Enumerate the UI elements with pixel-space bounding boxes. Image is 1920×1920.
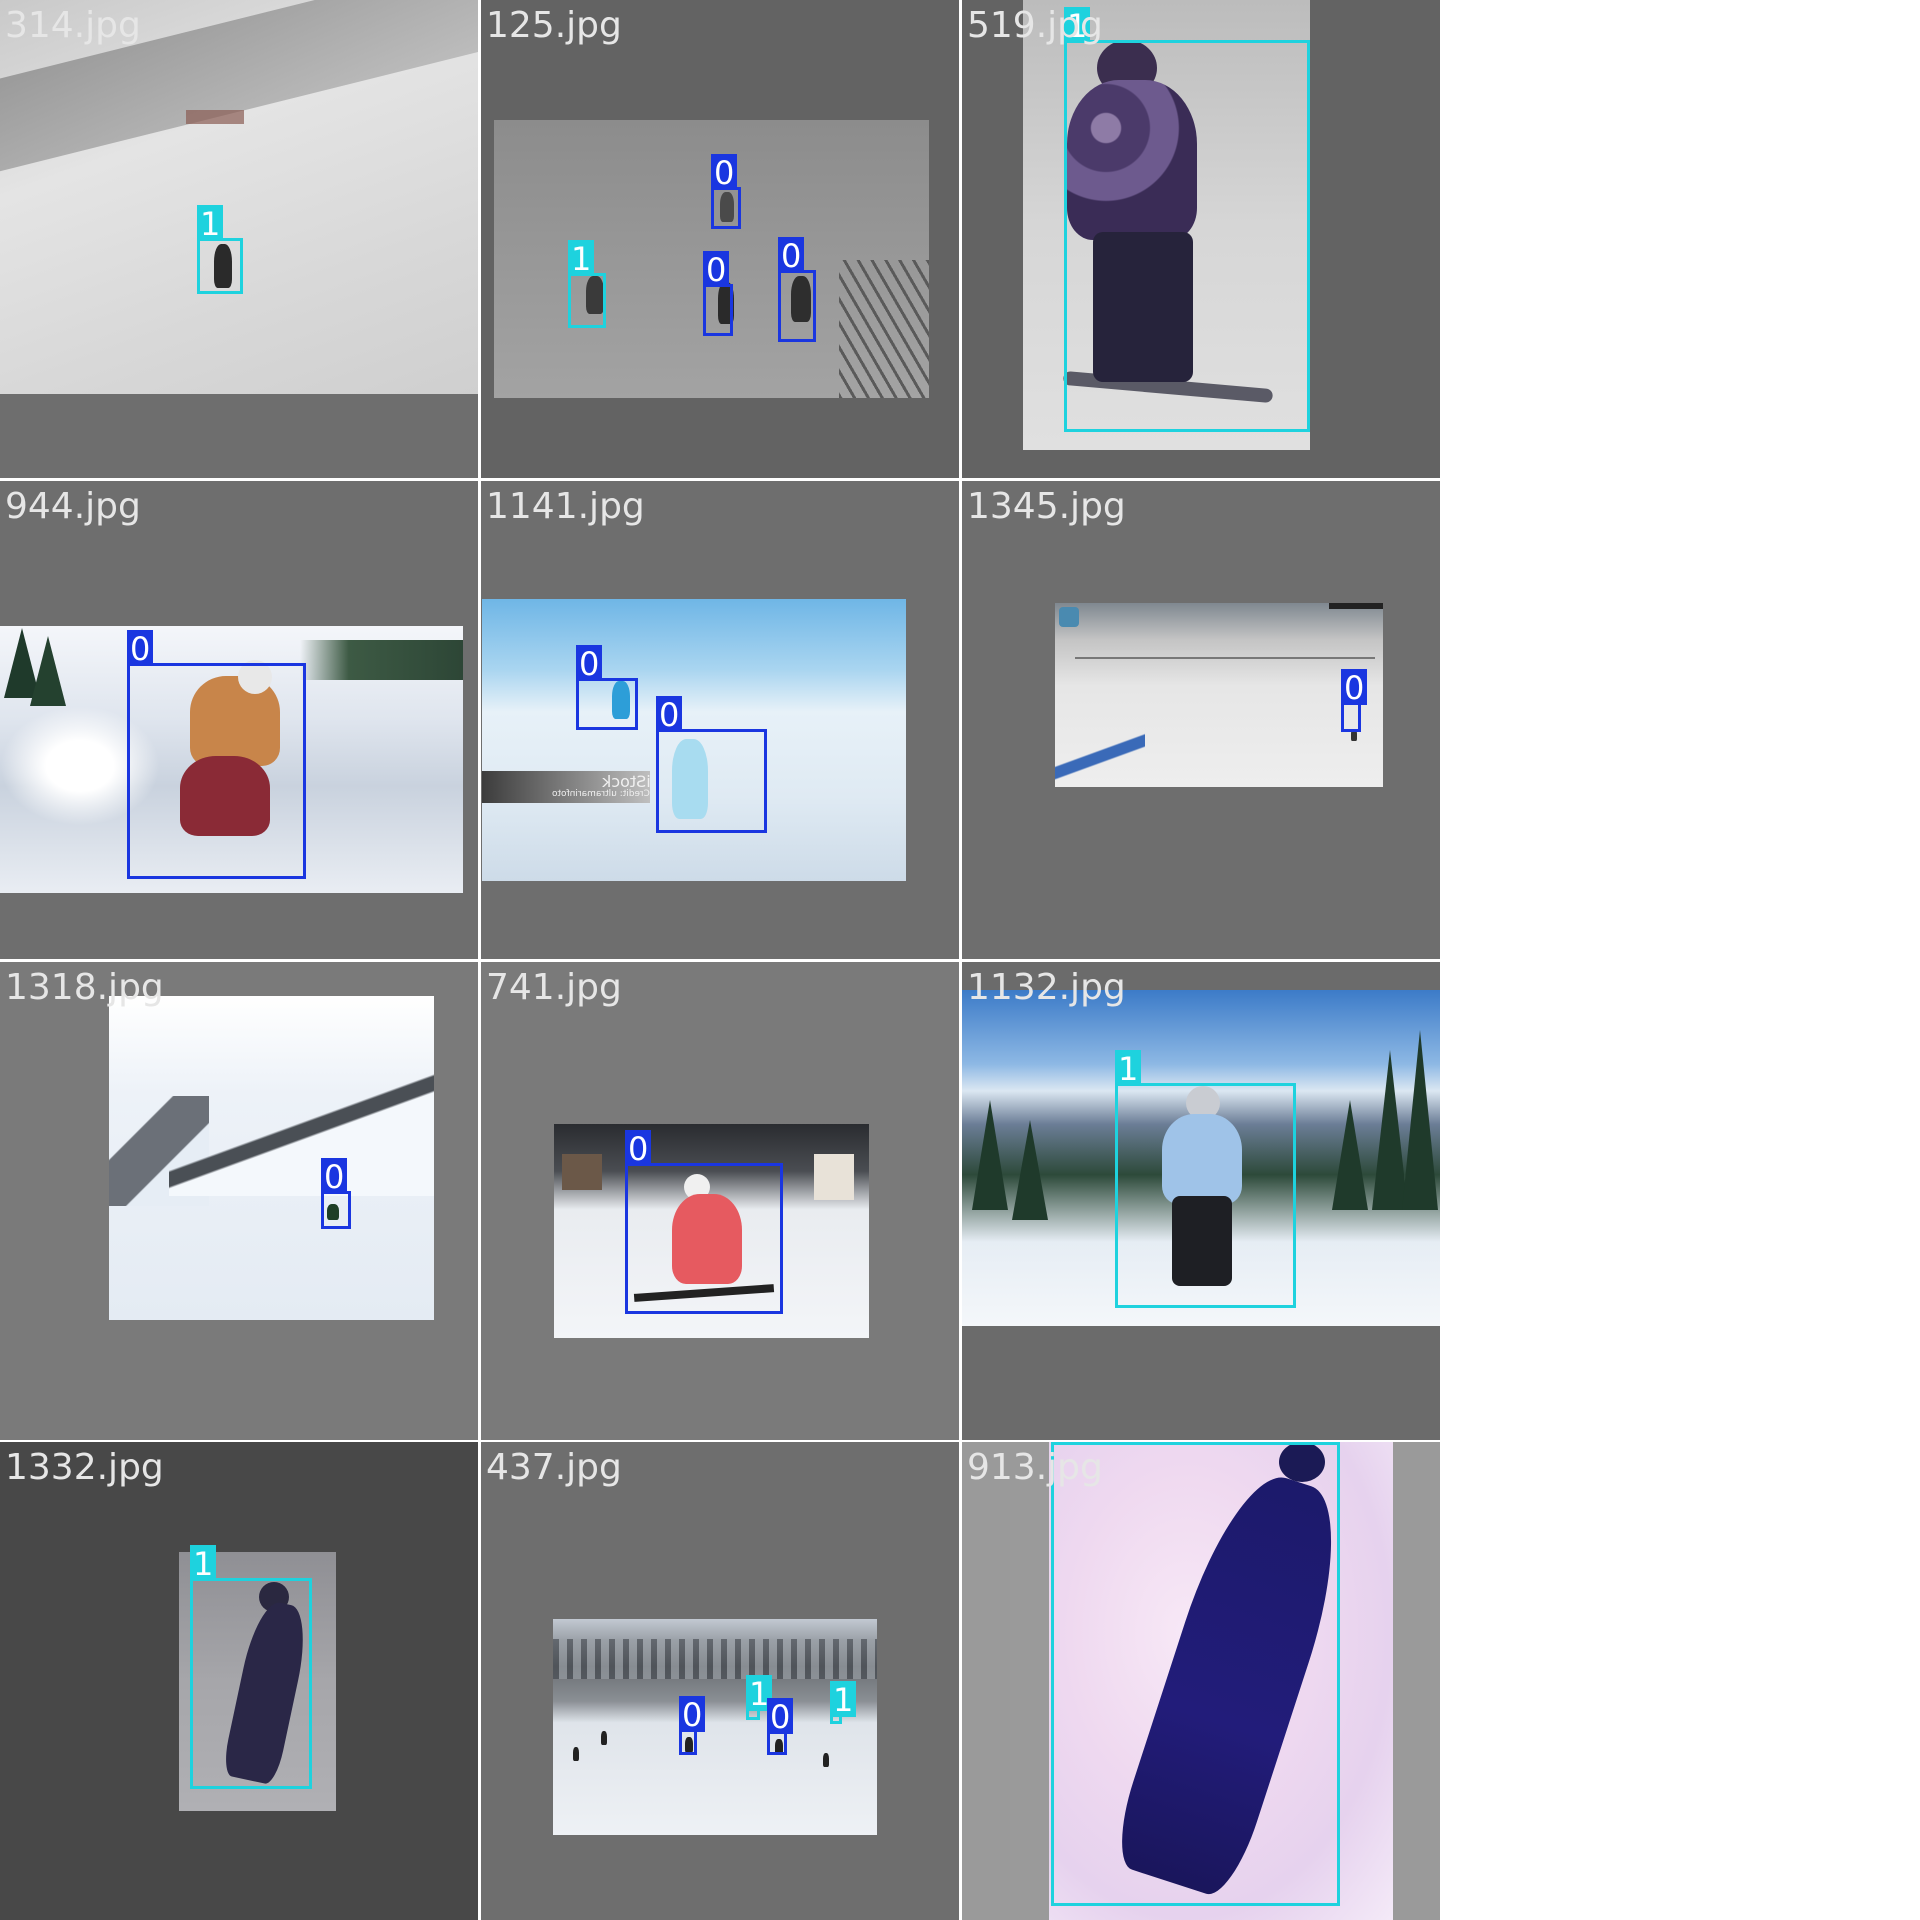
detection-box: 0 [127, 630, 306, 879]
detection-box: 0 [711, 154, 741, 229]
detection-box: 1 [830, 1681, 857, 1724]
detection-box: 0 [321, 1158, 351, 1229]
class-label: 1 [197, 205, 224, 243]
detection-box: 0 [778, 237, 816, 342]
filename-label: 125.jpg [486, 5, 622, 46]
detection-box: 1 [1115, 1050, 1296, 1308]
class-label: 1 [1115, 1050, 1142, 1088]
class-label: 0 [778, 237, 805, 275]
filename-label: 1332.jpg [5, 1447, 164, 1488]
class-label: 0 [576, 645, 603, 683]
ski-resort-webcam-photo [1055, 603, 1383, 787]
detection-box: 1 [1051, 1442, 1340, 1906]
filename-label: 1132.jpg [967, 967, 1126, 1008]
tile-314: 314.jpg 1 [0, 0, 478, 478]
filename-label: 1318.jpg [5, 967, 164, 1008]
detection-box: 1 [746, 1675, 773, 1720]
detection-box: 0 [767, 1698, 794, 1755]
detection-box: 0 [625, 1130, 783, 1314]
tile-741: 741.jpg 0 [481, 962, 959, 1440]
class-label: 0 [767, 1698, 794, 1736]
filename-label: 741.jpg [486, 967, 622, 1008]
filename-label: 944.jpg [5, 486, 141, 527]
detection-box: 1 [568, 240, 606, 328]
detection-mosaic: 314.jpg 1 125.jpg 0 1 0 0 519.jpg 1 944.… [0, 0, 1440, 1920]
filename-label: 437.jpg [486, 1447, 622, 1488]
tile-1318: 1318.jpg 0 [0, 962, 478, 1440]
filename-label: 314.jpg [5, 5, 141, 46]
class-label: 0 [711, 154, 738, 192]
detection-box: 0 [703, 251, 733, 336]
class-label: 1 [1051, 1442, 1078, 1447]
tile-1345: 1345.jpg 0 [962, 481, 1440, 959]
tile-1141: iStock Credit: ultramarinfoto 1141.jpg 0… [481, 481, 959, 959]
tile-1332: 1332.jpg 1 [0, 1442, 478, 1920]
filename-label: 913.jpg [967, 1447, 1103, 1488]
class-label: 0 [656, 696, 683, 734]
filename-label: 1345.jpg [967, 486, 1126, 527]
photo-credit: Credit: ultramarinfoto [552, 789, 650, 799]
tile-437: 437.jpg 0 1 0 1 [481, 1442, 959, 1920]
detection-box: 0 [576, 645, 638, 730]
class-label: 0 [1341, 669, 1368, 707]
detection-box: 1 [1064, 7, 1310, 432]
class-label: 0 [703, 251, 730, 289]
wide-ski-run-photo [553, 1619, 877, 1835]
tile-913: 913.jpg 1 [962, 1442, 1440, 1920]
class-label: 1 [190, 1545, 217, 1583]
class-label: 0 [625, 1130, 652, 1168]
ski-slope-photo [0, 0, 478, 394]
skier-figure [573, 1747, 579, 1761]
class-label: 0 [679, 1696, 706, 1734]
class-label: 0 [321, 1158, 348, 1196]
class-label: 1 [830, 1681, 857, 1719]
class-label: 0 [127, 630, 154, 668]
class-label: 1 [568, 240, 595, 278]
tile-125: 125.jpg 0 1 0 0 [481, 0, 959, 478]
tile-944: 944.jpg 0 [0, 481, 478, 959]
detection-box: 0 [656, 696, 767, 833]
tile-519: 519.jpg 1 [962, 0, 1440, 478]
detection-box: 0 [679, 1696, 706, 1755]
skier-figure [601, 1731, 607, 1745]
detection-box: 1 [197, 205, 243, 294]
filename-label: 519.jpg [967, 5, 1103, 46]
detection-box: 1 [190, 1545, 312, 1789]
filename-label: 1141.jpg [486, 486, 645, 527]
detection-box: 0 [1341, 669, 1368, 732]
mountain-snow-photo [109, 996, 434, 1320]
skier-figure [823, 1753, 829, 1767]
tile-1132: 1132.jpg 1 [962, 962, 1440, 1440]
